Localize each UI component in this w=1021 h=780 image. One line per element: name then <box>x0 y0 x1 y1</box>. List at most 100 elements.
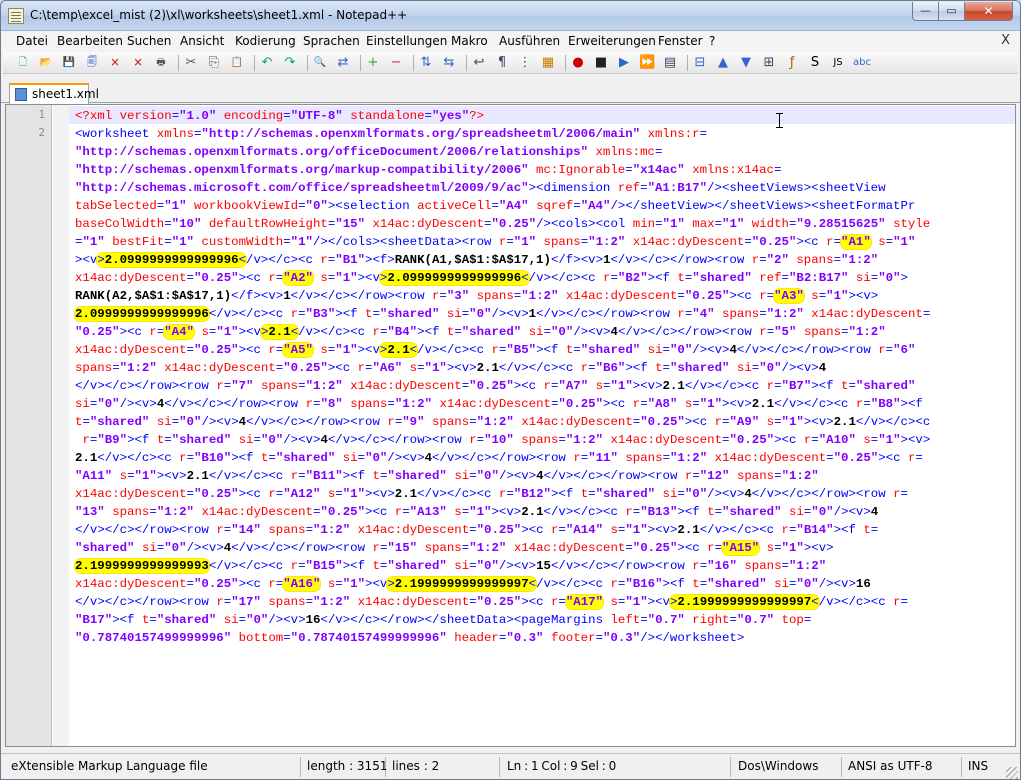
highlight-mark: 2.1999999999999993 <box>75 559 209 573</box>
code-line: 2.0999999999999996</v></c><c r="B3"><f t… <box>75 307 931 321</box>
new-file-icon[interactable]: 🗋 <box>15 55 31 71</box>
toolbar-separator <box>413 55 414 71</box>
line-number: 1 <box>38 108 45 121</box>
abc-icon[interactable]: abc <box>853 55 871 71</box>
highlight-mark: >2.1999999999999997< <box>387 577 537 591</box>
toolbar-separator <box>360 55 361 71</box>
fold-margin[interactable] <box>53 105 69 746</box>
show-all-chars-icon[interactable]: ¶ <box>494 55 510 71</box>
code-line: </v></c></row><row r="17" spans="1:2" x1… <box>75 595 908 609</box>
toolbar-separator <box>307 55 308 71</box>
function-list-icon[interactable]: ƒ <box>784 55 800 71</box>
spell-icon[interactable]: S <box>807 55 823 71</box>
highlight-mark: "A16" <box>283 577 321 591</box>
paste-icon[interactable]: 📋 <box>229 55 245 71</box>
status-eol: Dos\Windows <box>734 757 842 777</box>
highlight-mark: "A17" <box>565 595 604 609</box>
notepad-icon <box>8 8 24 24</box>
code-line: t="shared" si="0"/><v>4</v></c></row><ro… <box>75 415 931 429</box>
open-file-icon[interactable]: 📂 <box>38 55 54 71</box>
save-all-icon[interactable]: 🗐 <box>84 55 100 71</box>
record-macro-icon[interactable]: ● <box>570 55 586 71</box>
resize-grip[interactable] <box>1006 767 1018 779</box>
code-line: "0.25"><c r="A4" s="1"><v>2.1</v></c><c … <box>75 325 886 339</box>
status-length: length : 3151 <box>303 757 387 777</box>
highlight-mark: "A4" <box>164 325 194 339</box>
replace-icon[interactable]: ⇄ <box>335 55 351 71</box>
status-bar: eXtensible Markup Language file length :… <box>1 753 1020 779</box>
menu-sprachen[interactable]: Sprachen <box>303 34 360 48</box>
menu-ausfuehren[interactable]: Ausführen <box>499 34 560 48</box>
menu-suchen[interactable]: Suchen <box>127 34 171 48</box>
word-wrap-icon[interactable]: ↩ <box>471 55 487 71</box>
menu-help[interactable]: ? <box>709 34 715 48</box>
redo-icon[interactable]: ↷ <box>282 55 298 71</box>
undo-icon[interactable]: ↶ <box>259 55 275 71</box>
doc-map-icon[interactable]: ▦ <box>540 55 556 71</box>
menu-makro[interactable]: Makro <box>451 34 488 48</box>
code-line: x14ac:dyDescent="0.25"><c r="A2" s="1"><… <box>75 271 908 285</box>
highlight-mark: "A2" <box>283 271 313 285</box>
menu-erweiterungen[interactable]: Erweiterungen <box>568 34 656 48</box>
copy-icon[interactable]: ⎘ <box>206 55 222 71</box>
down-icon[interactable]: ▼ <box>738 55 754 71</box>
code-line: r="B9"><f t="shared" si="0"/><v>4</v></c… <box>82 433 931 447</box>
jslint-icon[interactable]: JS <box>830 55 846 71</box>
menu-kodierung[interactable]: Kodierung <box>235 34 296 48</box>
code-text[interactable]: <?xml version="1.0" encoding="UTF-8" sta… <box>75 107 1010 647</box>
code-line: </v></c></row><row r="14" spans="1:2" x1… <box>75 523 879 537</box>
zoom-in-icon[interactable]: + <box>365 55 381 71</box>
indent-guide-icon[interactable]: ⋮ <box>517 55 533 71</box>
sync-vertical-icon[interactable]: ⇅ <box>418 55 434 71</box>
code-line: "shared" si="0"/><v>4</v></c></row><row … <box>75 541 834 555</box>
close-button[interactable]: ✕ <box>964 2 1013 21</box>
menu-bar: Datei Bearbeiten Suchen Ansicht Kodierun… <box>1 31 1020 51</box>
up-icon[interactable]: ▲ <box>715 55 731 71</box>
menu-datei[interactable]: Datei <box>16 34 48 48</box>
close-all-icon[interactable]: 🗙 <box>130 55 146 71</box>
find-icon[interactable]: 🔍 <box>312 55 328 71</box>
save-icon[interactable]: 💾 <box>61 55 77 71</box>
code-line: "A11" s="1"><v>2.1</v></c><c r="B11"><f … <box>75 469 819 483</box>
maximize-button[interactable]: ▭ <box>938 2 965 21</box>
minimize-button[interactable]: — <box>912 2 939 21</box>
save-macro-icon[interactable]: ▤ <box>662 55 678 71</box>
menu-bearbeiten[interactable]: Bearbeiten <box>57 34 123 48</box>
play-macro-icon[interactable]: ▶ <box>616 55 632 71</box>
code-line: ><v>2.0999999999999996</v></c><c r="B1">… <box>75 253 879 267</box>
editor-area[interactable]: 1 2 <?xml version="1.0" encoding="UTF-8"… <box>5 104 1016 747</box>
highlight-mark: >2.1< <box>260 325 299 339</box>
cut-icon[interactable]: ✂ <box>183 55 199 71</box>
unfold-icon[interactable]: ⊞ <box>761 55 777 71</box>
menu-einstellungen[interactable]: Einstellungen <box>366 34 447 48</box>
highlight-mark: "A15" <box>722 541 760 555</box>
file-saved-icon <box>15 88 27 101</box>
code-line: </v></c></row><row r="7" spans="1:2" x14… <box>75 379 916 393</box>
close-icon[interactable]: 🗙 <box>107 55 123 71</box>
menu-ansicht[interactable]: Ansicht <box>180 34 224 48</box>
menu-fenster[interactable]: Fenster <box>658 34 703 48</box>
print-icon[interactable]: 🖶 <box>153 55 169 71</box>
code-line: "B17"><f t="shared" si="0"/><v>16</v></c… <box>75 613 812 627</box>
line-number-gutter: 1 2 <box>6 105 52 746</box>
sync-horizontal-icon[interactable]: ⇆ <box>441 55 457 71</box>
fold-all-icon[interactable]: ⊟ <box>692 55 708 71</box>
close-document-button[interactable]: X <box>1001 33 1010 48</box>
highlight-mark: "A3" <box>774 289 804 303</box>
highlight-mark: >2.1< <box>379 343 418 357</box>
tab-bar: sheet1.xml <box>1 77 1020 104</box>
code-line: "http://schemas.openxmlformats.org/marku… <box>75 163 782 177</box>
code-line: <worksheet xmlns="http://schemas.openxml… <box>75 127 708 141</box>
code-line: <?xml version="1.0" encoding="UTF-8" sta… <box>75 109 485 123</box>
play-multiple-icon[interactable]: ⏩ <box>639 55 655 71</box>
code-line: 2.1</v></c><c r="B10"><f t="shared" si="… <box>75 451 923 465</box>
highlight-mark: "A1" <box>841 235 871 249</box>
title-bar[interactable]: C:\temp\excel_mist (2)\xl\worksheets\she… <box>1 1 1020 31</box>
code-line: "13" spans="1:2" x14ac:dyDescent="0.25">… <box>75 505 879 519</box>
tab-sheet1-xml[interactable]: sheet1.xml <box>9 83 99 104</box>
code-line: "0.78740157499999996" bottom="0.78740157… <box>75 631 745 645</box>
stop-macro-icon[interactable]: ■ <box>593 55 609 71</box>
zoom-out-icon[interactable]: − <box>388 55 404 71</box>
code-line: "http://schemas.openxmlformats.org/offic… <box>75 145 663 159</box>
code-line: 2.1999999999999993</v></c><c r="B15"><f … <box>75 559 827 573</box>
